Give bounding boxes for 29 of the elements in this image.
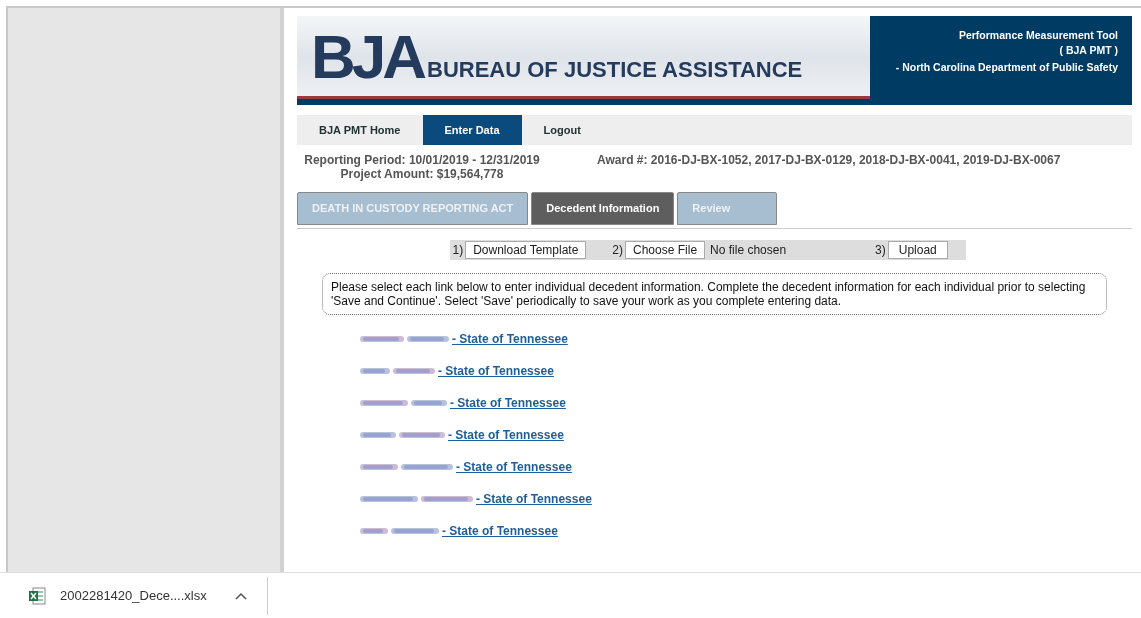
nav-tab[interactable]: Enter Data	[422, 115, 522, 145]
decedent-link[interactable]: - State of Tennessee	[360, 426, 1132, 443]
decedent-link[interactable]: - State of Tennessee	[360, 394, 1132, 411]
step-number: 2)	[612, 242, 624, 259]
project-amount: Project Amount: $19,564,778	[340, 167, 504, 181]
logo: BJA	[311, 26, 424, 88]
nav-tab[interactable]: Logout	[521, 115, 603, 145]
step-number: 1)	[452, 242, 464, 259]
decedent-link[interactable]: - State of Tennessee	[360, 330, 1132, 347]
chevron-up-icon[interactable]	[234, 591, 247, 600]
tool-title: Performance Measurement Tool	[957, 28, 1118, 43]
decedent-link[interactable]: - State of Tennessee	[360, 490, 1132, 507]
tool-title: ( BJA PMT )	[1058, 43, 1118, 58]
decedent-link[interactable]: - State of Tennessee	[360, 458, 1132, 475]
choose-file-button[interactable]: Choose File	[625, 241, 706, 259]
spreadsheet-file-icon	[28, 586, 46, 605]
nav-tab[interactable]: BJA PMT Home	[297, 115, 423, 145]
form-tab[interactable]: Decedent Information	[531, 192, 675, 225]
file-status: No file chosen	[710, 242, 788, 259]
award-numbers: Award #: 2016-DJ-BX-1052, 2017-DJ-BX-0129, 2018-DJ-BX-0041, 2019-DJ-BX-0067	[597, 153, 1061, 169]
download-template-button[interactable]: Download Template	[465, 241, 587, 259]
tool-title: - North Carolina Department of Public Safety	[894, 60, 1118, 75]
reporting-period: Reporting Period: 10/01/2019 - 12/31/2019	[304, 153, 540, 167]
step-number: 3)	[875, 242, 886, 259]
downloaded-file-name[interactable]: 2002281420_Dece....xlsx	[60, 585, 207, 606]
decedent-link[interactable]: - State of Tennessee	[360, 362, 1132, 379]
decedent-link[interactable]: - State of Tennessee	[360, 522, 1132, 539]
upload-button[interactable]: Upload	[887, 241, 948, 259]
agency-name: BUREAU OF JUSTICE ASSISTANCE	[427, 56, 803, 84]
